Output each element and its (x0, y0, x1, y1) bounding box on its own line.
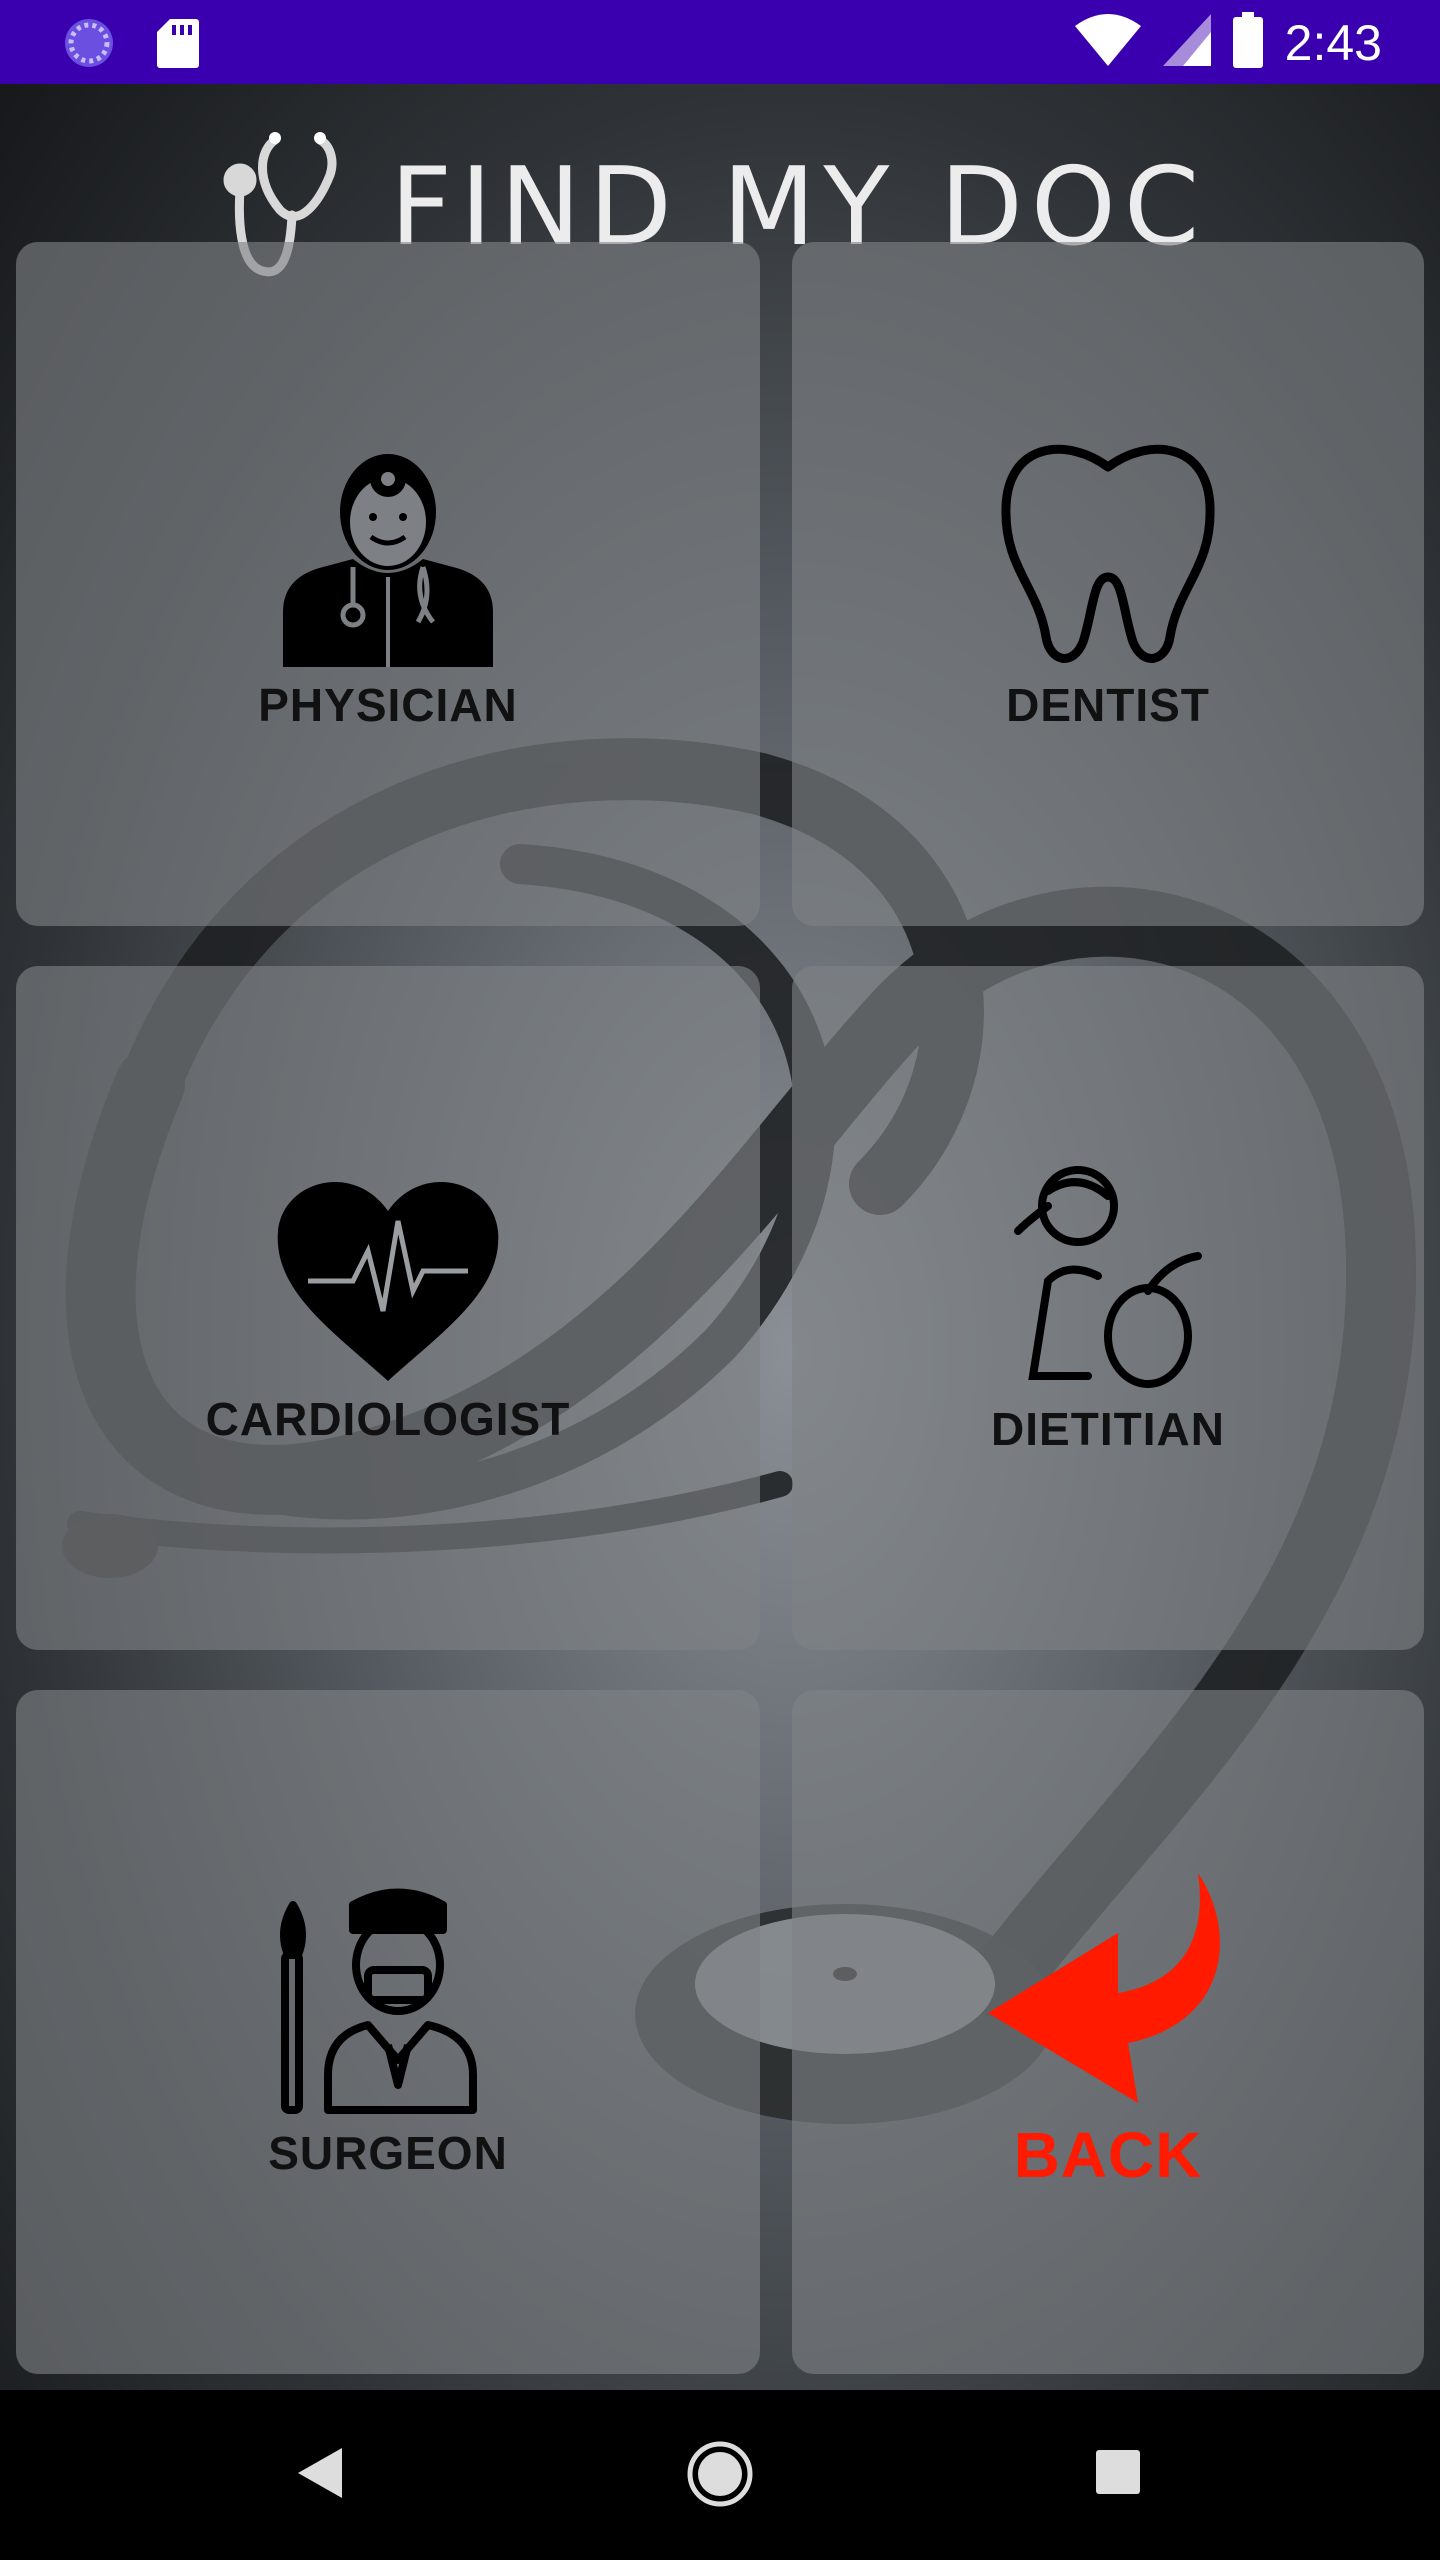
tile-label: SURGEON (268, 2126, 508, 2179)
spinner-icon (62, 16, 116, 75)
tile-label: DENTIST (1006, 678, 1210, 731)
back-arrow-icon (988, 1872, 1228, 2108)
heart-pulse-icon (273, 1171, 503, 1386)
signal-icon (1162, 14, 1211, 71)
wifi-icon (1074, 14, 1141, 71)
tile-physician[interactable]: PHYSICIAN (16, 242, 760, 926)
tile-dentist[interactable]: DENTIST (792, 242, 1424, 926)
tile-label: DIETITIAN (991, 1402, 1225, 1455)
status-bar: 2:43 (0, 0, 1440, 84)
tile-label: PHYSICIAN (258, 678, 518, 731)
app-content: FIND MY DOC PHYSICIAN DENTIST CARDIOLOGI… (0, 84, 1440, 2390)
dietitian-icon (1008, 1161, 1208, 1396)
tile-cardiologist[interactable]: CARDIOLOGIST (16, 966, 760, 1650)
surgeon-icon (273, 1885, 503, 2120)
tile-label: CARDIOLOGIST (205, 1392, 571, 1445)
sd-card-icon (156, 17, 200, 74)
tile-surgeon[interactable]: SURGEON (16, 1690, 760, 2374)
navigation-bar (0, 2390, 1440, 2560)
tile-label: BACK (1013, 2118, 1203, 2191)
clock: 2:43 (1284, 14, 1382, 71)
tooth-icon (998, 437, 1218, 672)
physician-icon (283, 437, 493, 672)
tile-dietitian[interactable]: DIETITIAN (792, 966, 1424, 1650)
recents-square-icon[interactable] (1096, 2450, 1140, 2499)
back-button[interactable]: BACK (792, 1690, 1424, 2374)
battery-icon (1232, 12, 1263, 73)
home-circle-icon[interactable] (686, 2440, 754, 2513)
back-triangle-icon[interactable] (298, 2448, 342, 2503)
